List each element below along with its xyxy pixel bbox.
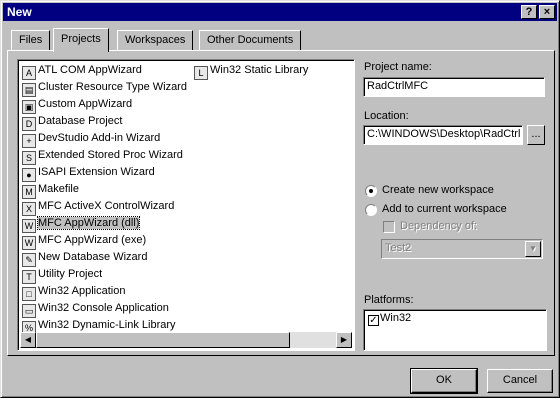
list-item[interactable]: X MFC ActiveX ControlWizard <box>22 198 174 216</box>
list-item[interactable]: L Win32 Static Library <box>194 62 308 80</box>
list-item[interactable]: □ Win32 Application <box>22 283 125 301</box>
platform-win32-label: Win32 <box>380 312 412 324</box>
chevron-down-icon[interactable]: ▼ <box>525 241 541 257</box>
create-new-workspace-radio[interactable] <box>365 185 377 197</box>
win32-app-icon: □ <box>22 287 36 301</box>
window-title: New <box>7 5 32 19</box>
list-item[interactable]: S Extended Stored Proc Wizard <box>22 147 183 165</box>
activex-icon: X <box>22 202 36 216</box>
ok-button[interactable]: OK <box>410 368 478 394</box>
dependency-label: Dependency of: <box>400 220 478 232</box>
list-item[interactable]: W MFC AppWizard (exe) <box>22 232 146 250</box>
platforms-list[interactable]: ✓ Win32 <box>363 309 547 351</box>
radio-selected-dot <box>369 189 373 193</box>
scroll-right-arrow-icon[interactable]: ▶ <box>336 332 352 348</box>
custom-appwizard-icon: ▣ <box>22 100 36 114</box>
help-button[interactable]: ? <box>521 5 537 19</box>
list-item[interactable]: + DevStudio Add-in Wizard <box>22 130 160 148</box>
scroll-left-arrow-icon[interactable]: ◀ <box>20 332 36 348</box>
addin-icon: + <box>22 134 36 148</box>
list-item[interactable]: % Win32 Dynamic-Link Library <box>22 317 176 335</box>
location-label: Location: <box>364 110 409 122</box>
add-to-current-workspace-radio[interactable] <box>365 204 377 216</box>
mfc-dll-icon: W <box>22 219 36 233</box>
dependency-checkbox[interactable] <box>383 221 395 233</box>
makefile-icon: M <box>22 185 36 199</box>
close-button[interactable]: × <box>539 5 555 19</box>
project-type-list[interactable]: A ATL COM AppWizard ▤ Cluster Resource Typ… <box>17 59 355 351</box>
tab-other-documents[interactable]: Other Documents <box>199 30 302 50</box>
tab-files[interactable]: Files <box>11 30 51 50</box>
dependency-value: Test2 <box>385 242 412 254</box>
scroll-thumb[interactable] <box>36 332 290 348</box>
title-bar[interactable]: New ? × <box>3 3 557 21</box>
static-lib-icon: L <box>194 66 208 80</box>
list-item[interactable]: M Makefile <box>22 181 79 199</box>
stored-proc-icon: S <box>22 151 36 165</box>
list-item[interactable]: T Utility Project <box>22 266 102 284</box>
list-item-selected[interactable]: W MFC AppWizard (dll) <box>22 215 141 233</box>
list-item[interactable]: D Database Project <box>22 113 122 131</box>
project-name-input[interactable]: RadCtrlMFC <box>363 77 545 97</box>
list-item[interactable]: ▤ Cluster Resource Type Wizard <box>22 79 187 97</box>
list-item[interactable]: ▣ Custom AppWizard <box>22 96 132 114</box>
isapi-icon: ● <box>22 168 36 182</box>
location-input[interactable]: C:\WINDOWS\Desktop\RadCtrl <box>363 125 523 145</box>
checkbox-checked-icon[interactable]: ✓ <box>368 315 379 326</box>
project-name-label: Project name: <box>364 61 432 73</box>
horizontal-scrollbar[interactable]: ◀ ▶ <box>20 332 352 348</box>
add-to-current-workspace-label[interactable]: Add to current workspace <box>382 203 507 215</box>
create-new-workspace-label[interactable]: Create new workspace <box>382 184 494 196</box>
list-item[interactable]: ✎ New Database Wizard <box>22 249 147 267</box>
console-icon: ▭ <box>22 304 36 318</box>
database-icon: D <box>22 117 36 131</box>
new-dialog: New ? × Files Projects Workspaces Other … <box>0 0 560 398</box>
cancel-button[interactable]: Cancel <box>487 369 553 393</box>
new-database-icon: ✎ <box>22 253 36 267</box>
atl-com-icon: A <box>22 66 36 80</box>
browse-button[interactable]: ... <box>527 125 545 145</box>
list-item[interactable]: ▭ Win32 Console Application <box>22 300 169 318</box>
mfc-exe-icon: W <box>22 236 36 250</box>
list-item[interactable]: ● ISAPI Extension Wizard <box>22 164 155 182</box>
cluster-icon: ▤ <box>22 83 36 97</box>
platforms-label: Platforms: <box>364 294 414 306</box>
dependency-select[interactable]: Test2 ▼ <box>381 239 543 259</box>
list-item[interactable]: A ATL COM AppWizard <box>22 62 142 80</box>
utility-icon: T <box>22 270 36 284</box>
tab-projects[interactable]: Projects <box>53 28 109 52</box>
tab-workspaces[interactable]: Workspaces <box>117 30 194 50</box>
